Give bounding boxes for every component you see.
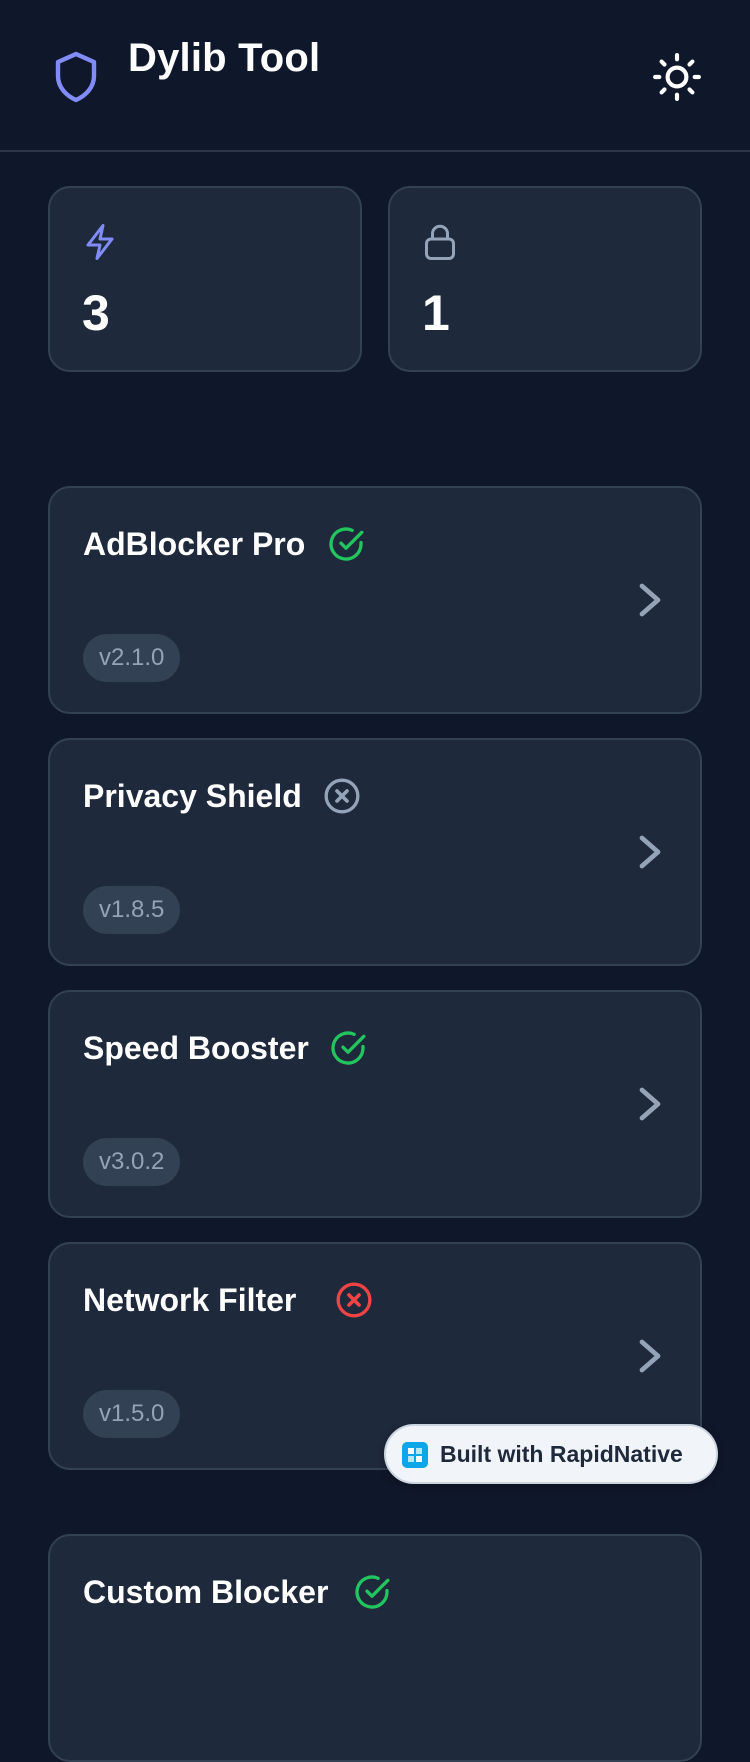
version-badge: v1.8.5 [83,886,181,934]
chevron-right-icon [639,835,661,869]
chevron-right-icon [639,583,661,617]
stat-value-active: 3 [82,285,110,341]
built-with-label: Built with RapidNative [440,1441,683,1467]
plugin-card-privacy-shield[interactable]: Privacy Shield v1.8.5 [48,738,702,966]
rapidnative-logo-icon [402,1442,428,1468]
stat-card-active: 3 [48,186,362,372]
plugin-name: AdBlocker Pro [83,526,306,562]
chevron-right-icon [639,1087,661,1121]
sun-icon[interactable] [652,52,702,102]
lightning-icon [86,224,114,260]
x-circle-icon [336,1282,372,1318]
shield-icon [55,51,97,103]
version-badge: v1.5.0 [83,1390,181,1438]
chevron-right-icon [639,1339,661,1373]
plugin-name: Speed Booster [83,1030,309,1066]
plugin-name: Network Filter [83,1282,297,1318]
plugin-name: Custom Blocker [83,1574,329,1610]
version-badge: v3.0.2 [83,1138,181,1186]
plugin-card-speed-booster[interactable]: Speed Booster v3.0.2 [48,990,702,1218]
stat-value-locked: 1 [422,285,450,341]
check-circle-icon [331,1031,366,1065]
x-circle-icon [324,778,360,814]
plugin-card-custom-blocker[interactable]: Custom Blocker [48,1534,702,1762]
page-title: Dylib Tool [128,36,321,80]
version-badge: v2.1.0 [83,634,181,682]
plugin-card-adblocker-pro[interactable]: AdBlocker Pro v2.1.0 [48,486,702,714]
check-circle-icon [355,1575,390,1609]
stat-card-locked: 1 [388,186,702,372]
lock-icon [425,224,455,260]
plugin-name: Privacy Shield [83,778,302,814]
check-circle-icon [329,527,364,561]
app-header: Dylib Tool [0,0,750,152]
built-with-badge[interactable]: Built with RapidNative [384,1424,718,1484]
